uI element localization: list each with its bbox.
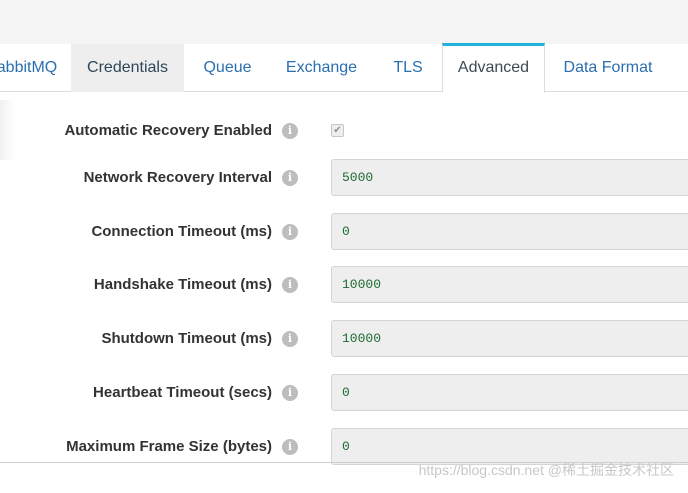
tab-advanced[interactable]: Advanced [442,43,545,93]
handshake-timeout-input[interactable]: 10000 [331,266,688,303]
automatic-recovery-row: Automatic Recovery Enabled i ✔ [0,111,688,151]
info-icon[interactable]: i [282,170,298,186]
info-icon[interactable]: i [282,385,298,401]
top-strip [0,0,688,44]
heartbeat-timeout-row: Heartbeat Timeout (secs) i 0 [0,373,688,413]
automatic-recovery-checkbox[interactable]: ✔ [331,124,344,137]
shutdown-timeout-input[interactable]: 10000 [331,320,688,357]
shutdown-timeout-row: Shutdown Timeout (ms) i 10000 [0,319,688,359]
info-icon[interactable]: i [282,277,298,293]
tab-exchange[interactable]: Exchange [271,44,372,92]
max-frame-size-label: Maximum Frame Size (bytes) [66,438,272,455]
info-icon[interactable]: i [282,439,298,455]
tab-rabbitmq[interactable]: abbitMQ [0,44,69,92]
info-icon[interactable]: i [282,224,298,240]
tab-bar: abbitMQ Credentials Queue Exchange TLS A… [0,43,688,93]
tab-tls[interactable]: TLS [374,44,442,92]
network-recovery-interval-row: Network Recovery Interval i 5000 [0,158,688,198]
network-recovery-interval-label: Network Recovery Interval [83,169,272,186]
connection-timeout-input[interactable]: 0 [331,213,688,250]
network-recovery-interval-input[interactable]: 5000 [331,159,688,196]
handshake-timeout-label: Handshake Timeout (ms) [93,276,272,293]
heartbeat-timeout-label: Heartbeat Timeout (secs) [93,384,272,401]
handshake-timeout-row: Handshake Timeout (ms) i 10000 [0,265,688,305]
watermark: https://blog.csdn.net @稀土掘金技术社区 [418,462,674,478]
tab-credentials[interactable]: Credentials [71,44,184,92]
tab-queue[interactable]: Queue [186,44,269,92]
info-icon[interactable]: i [282,123,298,139]
info-icon[interactable]: i [282,331,298,347]
shutdown-timeout-label: Shutdown Timeout (ms) [101,330,272,347]
automatic-recovery-label: Automatic Recovery Enabled [64,122,272,139]
heartbeat-timeout-input[interactable]: 0 [331,374,688,411]
connection-timeout-label: Connection Timeout (ms) [91,223,272,240]
tab-data-format[interactable]: Data Format [547,44,669,92]
connection-timeout-row: Connection Timeout (ms) i 0 [0,212,688,252]
